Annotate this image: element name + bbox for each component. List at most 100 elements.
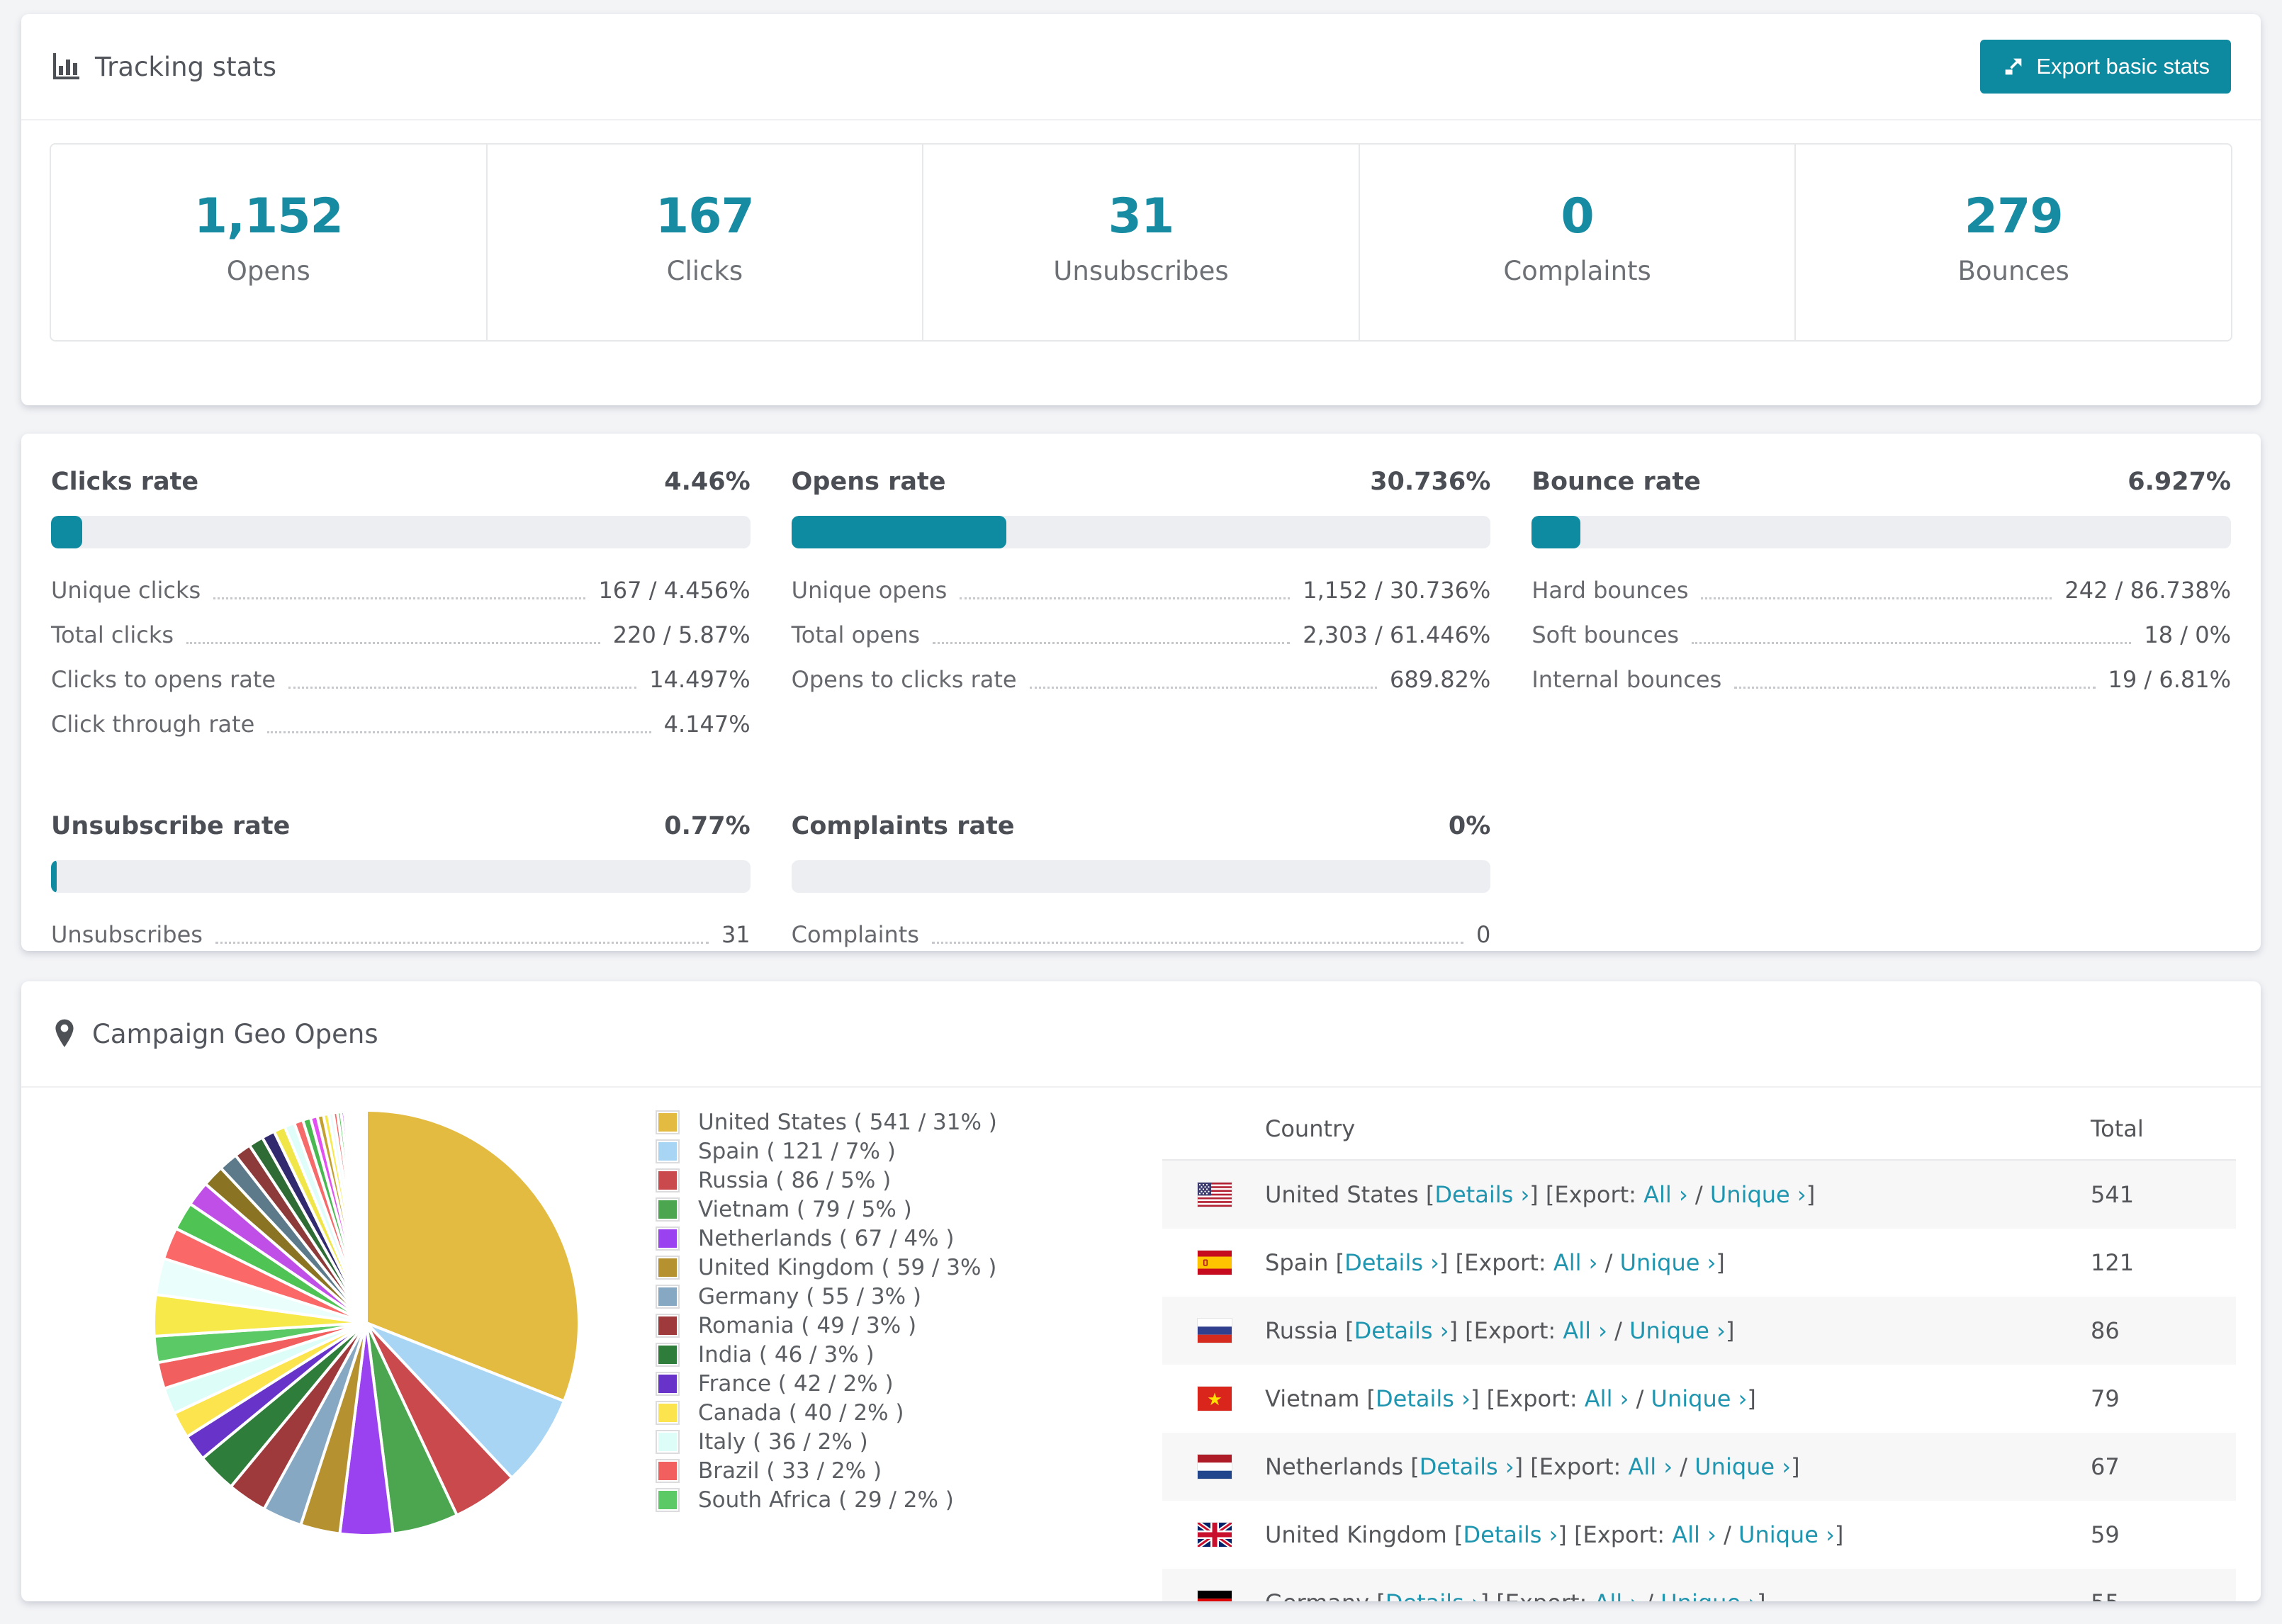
export-all-link[interactable]: All › [1643, 1181, 1688, 1208]
details-link[interactable]: Details › [1463, 1521, 1558, 1548]
legend-swatch [656, 1400, 680, 1425]
bracket: [ [1376, 1589, 1385, 1601]
summary-cell-clicks: 167 Clicks [488, 145, 924, 340]
table-row: Spain [Details ›] [Export: All › / Uniqu… [1162, 1229, 2236, 1297]
summary-label: Bounces [1957, 256, 2069, 286]
export-all-link[interactable]: All › [1585, 1385, 1629, 1412]
export-unique-link[interactable]: Unique › [1660, 1589, 1757, 1601]
legend-label: Netherlands ( 67 / 4% ) [698, 1225, 955, 1251]
summary-cell-opens: 1,152 Opens [51, 145, 488, 340]
rate-stat-label: Opens to clicks rate [791, 666, 1017, 693]
export-all-link[interactable]: All › [1672, 1521, 1716, 1548]
rate-title: Unsubscribe rate [51, 812, 291, 840]
summary-label: Opens [226, 256, 310, 286]
export-all-link[interactable]: All › [1628, 1453, 1673, 1480]
rate-value: 6.927% [2128, 468, 2231, 496]
country-name: Spain [1265, 1249, 1336, 1276]
export-button-label: Export basic stats [2036, 54, 2210, 79]
bracket: ] [1725, 1317, 1735, 1344]
legend-label: South Africa ( 29 / 2% ) [698, 1487, 954, 1513]
geo-table-header: Country Total [1162, 1088, 2236, 1161]
geo-pie-chart[interactable] [138, 1095, 595, 1552]
legend-swatch [656, 1226, 680, 1251]
legend-label: India ( 46 / 3% ) [698, 1341, 875, 1368]
rate-progress-fill [51, 516, 82, 548]
rate-block-unsubscribe-rate: Unsubscribe rate 0.77% Unsubscribes 31 [51, 812, 751, 966]
rate-stat-row: Unique clicks 167 / 4.456% [51, 577, 751, 604]
map-pin-icon [51, 1018, 78, 1049]
country-cell: Russia [Details ›] [Export: All › / Uniq… [1265, 1317, 2091, 1344]
total-cell: 121 [2091, 1249, 2135, 1276]
details-link[interactable]: Details › [1386, 1589, 1480, 1601]
bracket: [ [1345, 1317, 1354, 1344]
geo-header: Campaign Geo Opens [21, 981, 2261, 1088]
legend-item: Vietnam ( 79 / 5% ) [656, 1195, 997, 1224]
dotted-leader [1734, 687, 2096, 689]
country-name: Russia [1265, 1317, 1346, 1344]
rate-value: 30.736% [1370, 468, 1491, 496]
export-basic-stats-button[interactable]: Export basic stats [1980, 40, 2231, 94]
geo-title: Campaign Geo Opens [92, 1018, 378, 1049]
rate-stat-row: Unsubscribes 31 [51, 921, 751, 948]
es-flag-icon [1198, 1251, 1232, 1275]
dotted-leader [960, 597, 1291, 599]
rate-block-complaints-rate: Complaints rate 0% Complaints 0 [791, 812, 1491, 966]
total-cell: 59 [2091, 1521, 2120, 1548]
geo-legend: United States ( 541 / 31% ) Spain ( 121 /… [656, 1107, 997, 1514]
legend-item: Brazil ( 33 / 2% ) [656, 1456, 997, 1485]
export-prefix: ] [Export: [1529, 1181, 1644, 1208]
bracket: ] [1757, 1589, 1765, 1601]
export-unique-link[interactable]: Unique › [1651, 1385, 1748, 1412]
rate-stat-row: Soft bounces 18 / 0% [1531, 621, 2231, 648]
total-column-header: Total [2091, 1115, 2144, 1142]
export-unique-link[interactable]: Unique › [1738, 1521, 1835, 1548]
country-name: Vietnam [1265, 1385, 1367, 1412]
total-cell: 67 [2091, 1453, 2120, 1480]
rate-stat-value: 0 [1476, 921, 1491, 948]
legend-item: Italy ( 36 / 2% ) [656, 1427, 997, 1456]
rate-stat-value: 220 / 5.87% [612, 621, 751, 648]
details-link[interactable]: Details › [1376, 1385, 1471, 1412]
country-cell: Netherlands [Details ›] [Export: All › /… [1265, 1453, 2091, 1480]
bracket: [ [1454, 1521, 1463, 1548]
country-column-header: Country [1265, 1115, 1356, 1142]
details-link[interactable]: Details › [1420, 1453, 1514, 1480]
slash-separator: / [1687, 1181, 1710, 1208]
slash-separator: / [1639, 1589, 1660, 1601]
details-link[interactable]: Details › [1354, 1317, 1449, 1344]
bracket: ] [1791, 1453, 1800, 1480]
legend-label: Spain ( 121 / 7% ) [698, 1138, 896, 1164]
summary-strip: 1,152 Opens 167 Clicks 31 Unsubscribes 0 Compla… [50, 143, 2232, 342]
export-unique-link[interactable]: Unique › [1629, 1317, 1726, 1344]
summary-label: Complaints [1503, 256, 1651, 286]
legend-label: France ( 42 / 2% ) [698, 1370, 894, 1397]
country-name: Netherlands [1265, 1453, 1411, 1480]
rate-stat-value: 167 / 4.456% [598, 577, 751, 604]
export-unique-link[interactable]: Unique › [1710, 1181, 1806, 1208]
export-all-link[interactable]: All › [1563, 1317, 1607, 1344]
rate-stat-label: Internal bounces [1531, 666, 1722, 693]
summary-value: 167 [655, 188, 755, 244]
legend-item: United States ( 541 / 31% ) [656, 1107, 997, 1137]
export-all-link[interactable]: All › [1594, 1589, 1639, 1601]
legend-item: India ( 46 / 3% ) [656, 1340, 997, 1369]
rate-progress-track [1531, 516, 2231, 548]
legend-swatch [656, 1110, 680, 1134]
export-unique-link[interactable]: Unique › [1694, 1453, 1791, 1480]
rate-progress-fill [51, 860, 57, 893]
rate-progress-track [51, 860, 751, 893]
rate-stat-label: Complaints [791, 921, 919, 948]
details-link[interactable]: Details › [1344, 1249, 1439, 1276]
nl-flag-icon [1198, 1455, 1232, 1479]
rate-stat-label: Hard bounces [1531, 577, 1689, 604]
export-all-link[interactable]: All › [1553, 1249, 1598, 1276]
legend-swatch [656, 1429, 680, 1454]
dotted-leader [933, 642, 1291, 644]
legend-item: Germany ( 55 / 3% ) [656, 1282, 997, 1311]
export-prefix: ] [Export: [1439, 1249, 1553, 1276]
legend-swatch [656, 1284, 680, 1309]
rate-title: Bounce rate [1531, 468, 1701, 496]
country-name: United States [1265, 1181, 1426, 1208]
details-link[interactable]: Details › [1434, 1181, 1529, 1208]
export-unique-link[interactable]: Unique › [1620, 1249, 1716, 1276]
